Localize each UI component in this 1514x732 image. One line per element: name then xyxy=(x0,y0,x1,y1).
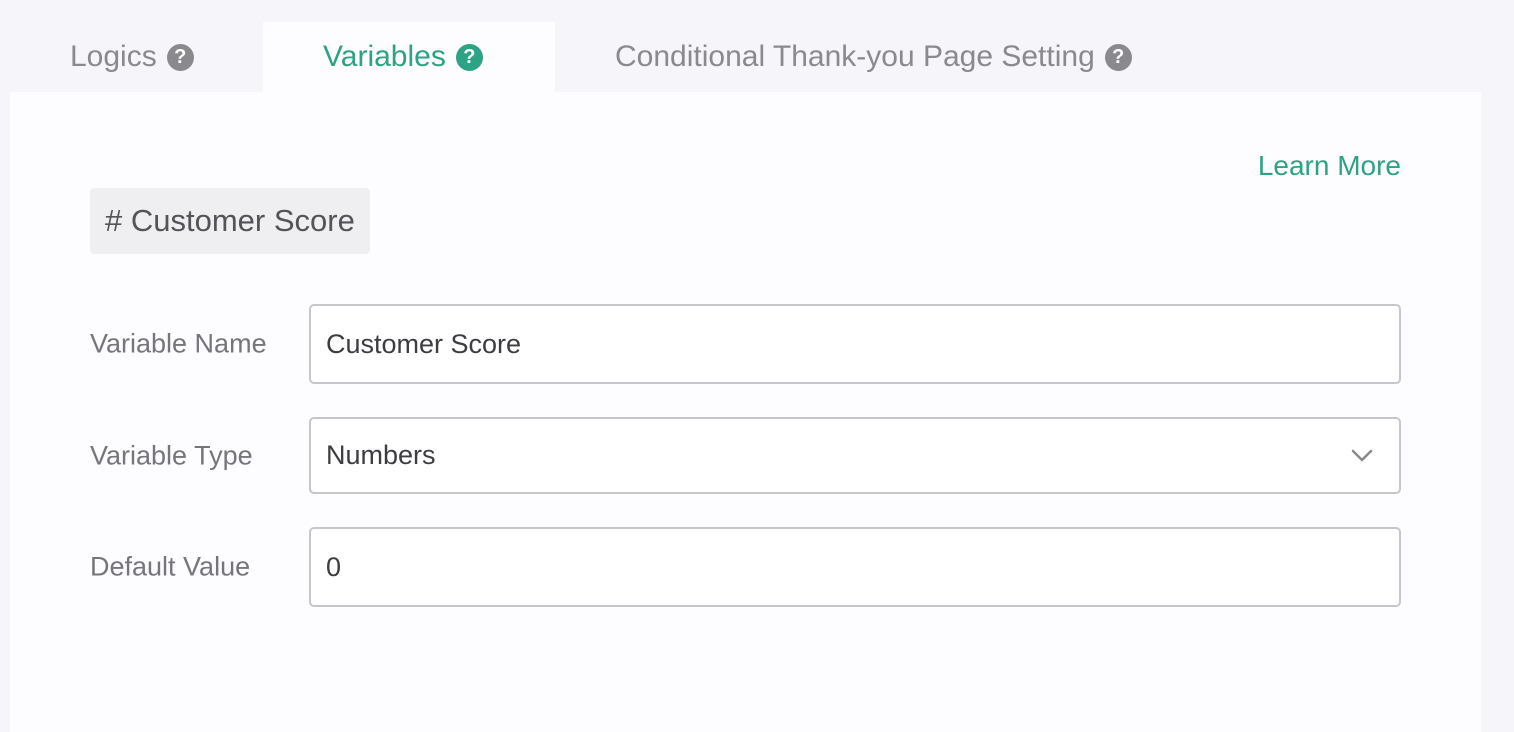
tab-bar: Logics ? Variables ? Conditional Thank-y… xyxy=(0,0,1514,92)
tab-variables-label: Variables xyxy=(323,40,446,73)
variable-name-label: Variable Name xyxy=(90,328,267,359)
variable-type-row: Variable Type Numbers xyxy=(90,417,1402,494)
variable-name-input[interactable]: Customer Score xyxy=(309,304,1401,384)
question-circle-icon[interactable]: ? xyxy=(1104,43,1132,71)
variable-type-select[interactable]: Numbers xyxy=(309,417,1401,494)
variable-chip[interactable]: # Customer Score xyxy=(90,188,370,254)
tab-logics[interactable]: Logics ? xyxy=(70,22,194,92)
default-value-row: Default Value 0 xyxy=(90,527,1402,607)
variable-name-row: Variable Name Customer Score xyxy=(90,304,1402,384)
default-value-label: Default Value xyxy=(90,551,251,582)
variable-name-value: Customer Score xyxy=(326,328,522,359)
question-circle-icon[interactable]: ? xyxy=(455,43,483,71)
tab-conditional-thank-you-page-label: Conditional Thank-you Page Setting xyxy=(615,40,1095,73)
default-value-value: 0 xyxy=(326,551,342,582)
tab-variables[interactable]: Variables ? xyxy=(263,22,555,92)
learn-more-link[interactable]: Learn More xyxy=(1258,150,1401,182)
chevron-down-icon xyxy=(1351,449,1373,461)
tab-logics-label: Logics xyxy=(70,40,157,73)
default-value-input[interactable]: 0 xyxy=(309,527,1401,607)
variable-type-value: Numbers xyxy=(326,440,436,470)
tab-conditional-thank-you-page[interactable]: Conditional Thank-you Page Setting ? xyxy=(615,22,1132,92)
variable-type-label: Variable Type xyxy=(90,440,253,470)
question-circle-icon[interactable]: ? xyxy=(166,43,194,71)
variables-panel: Learn More # Customer Score Variable Nam… xyxy=(10,92,1481,732)
